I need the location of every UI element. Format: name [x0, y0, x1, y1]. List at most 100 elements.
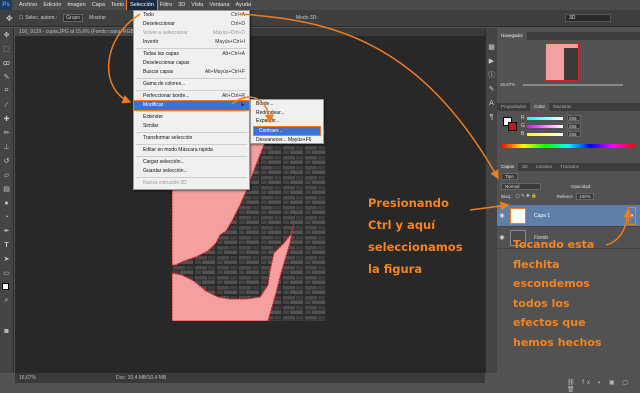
quick-select-tool-icon[interactable]: ✎	[2, 72, 12, 82]
submenu-item-redondear[interactable]: Redondear...	[251, 109, 323, 118]
submenu-item-contraer[interactable]: Contraer...	[253, 125, 321, 136]
tab-navigator[interactable]: Navegador	[497, 32, 528, 40]
auto-select-label: Selec. autom.:	[25, 15, 58, 21]
menu-item-extender[interactable]: Extender	[134, 113, 249, 122]
character-panel-icon[interactable]: A	[487, 98, 497, 108]
marquee-tool-icon[interactable]: ⬚	[2, 44, 12, 54]
color-r-value[interactable]: 255	[567, 115, 581, 121]
menubar: Ps Archivo Edición Imagen Capa Texto Sel…	[0, 0, 640, 11]
gradient-tool-icon[interactable]: ▤	[2, 184, 12, 194]
menu-item-guardar-seleccion[interactable]: Guardar selección...	[134, 167, 249, 176]
menu-item-volver-seleccionar[interactable]: Volver a seleccionar Mayús+Ctrl+D	[134, 29, 249, 38]
tab-swatches[interactable]: Muestras	[549, 103, 576, 111]
menu-separator	[136, 156, 247, 157]
menu-archivo[interactable]: Archivo	[16, 0, 40, 10]
menu-item-gama-colores[interactable]: Gama de colores...	[134, 80, 249, 89]
fill-value[interactable]: 100%	[576, 192, 594, 200]
menu-seleccion[interactable]: Selección	[126, 0, 158, 11]
visibility-eye-icon[interactable]: ◉	[497, 212, 507, 219]
layer-effects-arrow-icon[interactable]: ▾	[628, 207, 636, 225]
move-tool-icon[interactable]: ✥	[2, 30, 12, 40]
color-spectrum[interactable]	[501, 144, 635, 148]
transform-controls-label[interactable]: Mostrar	[89, 15, 106, 21]
submenu-item-borde[interactable]: Borde...	[251, 100, 323, 109]
menu-separator	[136, 132, 247, 133]
eyedropper-tool-icon[interactable]: ⁄	[2, 100, 12, 110]
bg-color-chip[interactable]	[508, 122, 517, 131]
healing-tool-icon[interactable]: ✚	[2, 114, 12, 124]
menu-item-todas-capas[interactable]: Todas las capas Alt+Ctrl+A	[134, 50, 249, 59]
tab-paths[interactable]: Trazados	[556, 163, 583, 171]
info-panel-icon[interactable]: ⓘ	[487, 70, 497, 80]
seleccion-menu: Todo Ctrl+A Deseleccionar Ctrl+D Volver a …	[133, 10, 250, 190]
menu-filtro[interactable]: Filtro	[157, 0, 175, 10]
tab-3d[interactable]: 3D	[518, 163, 532, 171]
lock-icons[interactable]: ▢ ✎ ✥ 🔒	[516, 193, 537, 199]
brush-tool-icon[interactable]: ✏	[2, 128, 12, 138]
menu-item-modificar[interactable]: Modificar ▶	[133, 100, 250, 111]
submenu-item-desvanecer[interactable]: Desvanecer... Mayús+F6	[251, 136, 323, 145]
actions-panel-icon[interactable]: ▶	[487, 56, 497, 66]
workspace-select[interactable]: 3D	[565, 14, 611, 22]
stamp-tool-icon[interactable]: ⊥	[2, 142, 12, 152]
menu-capa[interactable]: Capa	[89, 0, 108, 10]
auto-select-dropdown[interactable]: Grupo	[63, 14, 84, 22]
foreground-color-swatch[interactable]	[2, 283, 9, 290]
type-tool-icon[interactable]: T	[2, 240, 12, 250]
menu-item-similar[interactable]: Similar	[134, 122, 249, 131]
blend-mode-select[interactable]: Normal	[501, 182, 541, 190]
quick-mask-icon[interactable]: ◙	[2, 326, 12, 336]
menu-item-cargar-seleccion[interactable]: Cargar selección...	[134, 158, 249, 167]
menu-item-buscar-capas[interactable]: Buscar capas Alt+Mayús+Ctrl+F	[134, 68, 249, 77]
menu-item-deseleccionar[interactable]: Deseleccionar Ctrl+D	[134, 20, 249, 29]
dodge-tool-icon[interactable]: ◔	[2, 212, 12, 222]
color-r-slider[interactable]	[527, 116, 563, 120]
history-panel-icon[interactable]: ▦	[487, 42, 497, 52]
auto-select-checkbox[interactable]: ☐	[19, 15, 23, 21]
layer-row-capa1[interactable]: ◉ Capa 1 ▾	[497, 205, 640, 227]
menu-item-todo[interactable]: Todo Ctrl+A	[134, 11, 249, 20]
zoom-tool-icon[interactable]: ⌕	[2, 296, 12, 306]
menu-item-mascara-rapida[interactable]: Editar en modo Máscara rápida	[134, 146, 249, 155]
lasso-tool-icon[interactable]: ꝏ	[2, 58, 12, 68]
color-g-slider[interactable]	[527, 124, 563, 128]
menu-item-nueva-extrusion-3d[interactable]: Nueva extrusión 3D	[134, 179, 249, 188]
eraser-tool-icon[interactable]: ▱	[2, 170, 12, 180]
visibility-eye-icon[interactable]: ◉	[497, 234, 507, 241]
menu-3d[interactable]: 3D	[175, 0, 188, 10]
tab-color[interactable]: Color	[530, 103, 550, 111]
menu-imagen[interactable]: Imagen	[64, 0, 88, 10]
blur-tool-icon[interactable]: ●	[2, 198, 12, 208]
menu-item-perfeccionar-borde[interactable]: Perfeccionar borde... Alt+Ctrl+R	[134, 92, 249, 101]
submenu-item-expandir[interactable]: Expandir...	[251, 117, 323, 126]
annotation-select-figure: Presionando Ctrl y aquí seleccionamos la…	[368, 196, 463, 276]
zoom-level[interactable]: 16,67%	[19, 375, 36, 381]
crop-tool-icon[interactable]: ⌗	[2, 86, 12, 96]
menu-edicion[interactable]: Edición	[40, 0, 64, 10]
navigator-zoom-slider[interactable]	[523, 84, 623, 86]
path-select-tool-icon[interactable]: ➤	[2, 254, 12, 264]
history-brush-tool-icon[interactable]: ↺	[2, 156, 12, 166]
menu-ventana[interactable]: Ventana	[206, 0, 232, 10]
menu-item-invertir[interactable]: Invertir Mayús+Ctrl+I	[134, 38, 249, 47]
menu-ayuda[interactable]: Ayuda	[233, 0, 255, 10]
menu-texto[interactable]: Texto	[108, 0, 127, 10]
color-b-value[interactable]: 255	[567, 131, 581, 137]
tab-channels[interactable]: Canales	[532, 163, 557, 171]
pen-tool-icon[interactable]: ✒	[2, 226, 12, 236]
color-b-slider[interactable]	[527, 132, 563, 136]
paragraph-panel-icon[interactable]: ¶	[487, 112, 497, 122]
color-g-value[interactable]: 255	[567, 123, 581, 129]
layer-kind-filter[interactable]: Tipo	[501, 172, 518, 180]
tab-layers[interactable]: Capas	[497, 163, 519, 171]
menu-item-deseleccionar-capas[interactable]: Deseleccionar capas	[134, 59, 249, 68]
layer-name[interactable]: Capa 1	[534, 213, 550, 219]
brush-panel-icon[interactable]: ✎	[487, 84, 497, 94]
shape-tool-icon[interactable]: ▭	[2, 268, 12, 278]
menu-item-transformar-seleccion[interactable]: Transformar selección	[134, 134, 249, 143]
navigator-zoom[interactable]: 16,67%	[500, 82, 515, 87]
tab-properties[interactable]: Propiedades	[497, 103, 530, 111]
menu-vista[interactable]: Vista	[188, 0, 206, 10]
lock-label: Bloq.:	[501, 193, 513, 199]
navigator-thumbnail[interactable]	[545, 43, 579, 81]
